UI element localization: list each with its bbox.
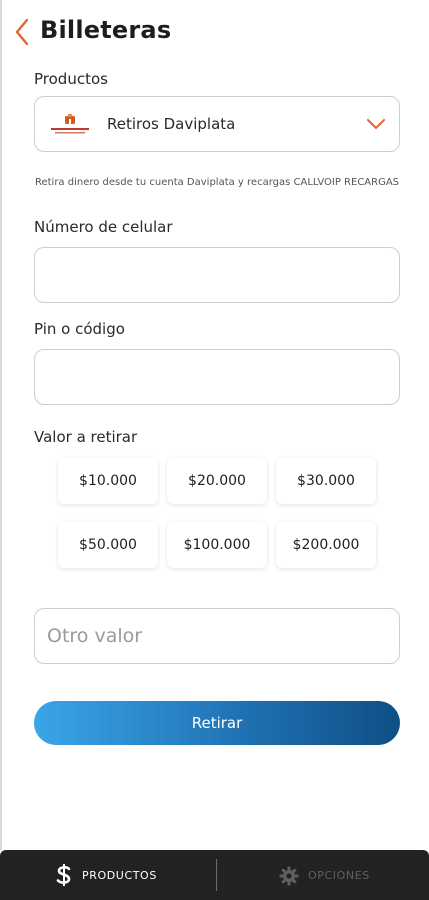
- tab-opciones-label: OPCIONES: [308, 869, 370, 882]
- product-description: Retira dinero desde tu cuenta Daviplata …: [34, 177, 400, 188]
- page-title: Billeteras: [40, 16, 172, 44]
- celular-input[interactable]: [34, 247, 400, 303]
- otro-valor-placeholder: Otro valor: [47, 625, 143, 647]
- amount-button-10000[interactable]: $10.000: [58, 458, 158, 504]
- gear-icon: [279, 866, 299, 886]
- chevron-left-icon: [15, 18, 29, 46]
- pin-label: Pin o código: [34, 320, 125, 338]
- nav-separator: [216, 859, 217, 891]
- dollar-icon: [56, 864, 71, 886]
- chevron-down-icon: [365, 115, 387, 133]
- otro-valor-input[interactable]: Otro valor: [34, 608, 400, 664]
- header: Billeteras: [0, 10, 429, 54]
- celular-label: Número de celular: [34, 218, 173, 236]
- tab-productos-label: PRODUCTOS: [82, 869, 157, 882]
- amount-button-50000[interactable]: $50.000: [58, 522, 158, 568]
- daviplata-logo: [49, 113, 91, 137]
- retirar-button[interactable]: Retirar: [34, 701, 400, 745]
- bottom-nav: PRODUCTOS OPCIONES: [0, 850, 429, 900]
- tab-productos[interactable]: PRODUCTOS: [52, 850, 192, 900]
- amount-button-20000[interactable]: $20.000: [167, 458, 267, 504]
- amount-button-100000[interactable]: $100.000: [167, 522, 267, 568]
- amount-button-30000[interactable]: $30.000: [276, 458, 376, 504]
- amount-options: $10.000 $20.000 $30.000 $50.000 $100.000…: [58, 458, 376, 572]
- pin-input[interactable]: [34, 349, 400, 405]
- product-select[interactable]: Retiros Daviplata: [34, 96, 400, 152]
- valor-label: Valor a retirar: [34, 428, 138, 446]
- amount-button-200000[interactable]: $200.000: [276, 522, 376, 568]
- left-edge-divider: [0, 0, 2, 850]
- productos-label: Productos: [34, 70, 108, 88]
- product-select-value: Retiros Daviplata: [107, 115, 236, 133]
- back-button[interactable]: [12, 16, 34, 48]
- tab-opciones[interactable]: OPCIONES: [276, 850, 416, 900]
